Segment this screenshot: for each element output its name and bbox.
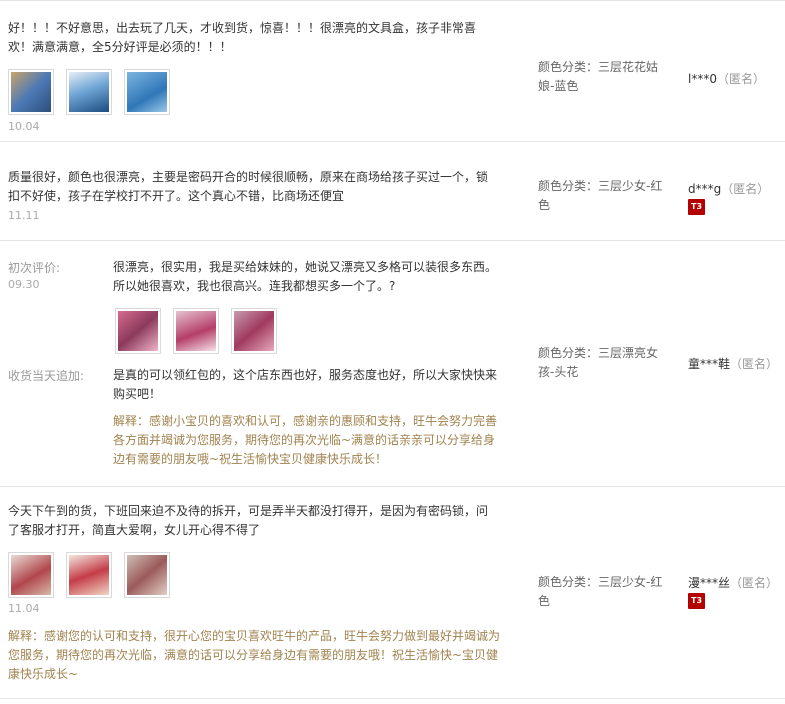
review-item: 今天下午到的货，下班回来迫不及待的拆开，可是弄半天都没打得开，是因为有密码锁，问… — [0, 486, 785, 699]
review-photo-thumbnail[interactable] — [173, 308, 219, 354]
member-level-badge: T3 — [688, 593, 705, 609]
anonymous-label: （匿名） — [730, 576, 779, 590]
review-item: 好！！！不好意思，出去玩了几天，才收到货，惊喜！！！很漂亮的文具盒，孩子非常喜欢… — [0, 0, 785, 142]
anonymous-label: （匿名） — [730, 357, 779, 371]
review-item: 质量很好，颜色也很漂亮，主要是密码开合的时候很顺畅，原来在商场给孩子买过一个，锁… — [0, 141, 785, 241]
review-photo-thumbnail[interactable] — [124, 69, 170, 115]
product-spec: 颜色分类：三层花花姑娘-蓝色 — [538, 60, 659, 93]
review-photo-thumbnail[interactable] — [8, 69, 54, 115]
seller-reply: 解释：感谢小宝贝的喜欢和认可，感谢亲的惠顾和支持，旺牛会努力完善各方面并竭诚为您… — [113, 414, 498, 466]
seller-reply: 解释：感谢您的认可和支持，很开心您的宝贝喜欢旺牛的产品，旺牛会努力做到最好并竭诚… — [8, 629, 501, 681]
review-text: 今天下午到的货，下班回来迫不及待的拆开，可是弄半天都没打得开，是因为有密码锁，问… — [8, 504, 489, 537]
initial-review-label: 初次评价: — [8, 261, 61, 275]
reviewer-name: 童***鞋（匿名） — [688, 355, 778, 372]
review-item: 初次评价: 09.30 很漂亮，很实用，我是买给妹妹的，她说又漂亮又多格可以装很… — [0, 240, 785, 487]
product-spec: 颜色分类：三层漂亮女孩-头花 — [538, 346, 659, 379]
followup-review-label: 收货当天追加: — [8, 369, 85, 383]
reviewer-name: l***0（匿名） — [688, 70, 765, 87]
reviewer-nickname: l***0 — [688, 72, 717, 86]
review-date: 10.04 — [8, 120, 40, 133]
review-date: 11.11 — [8, 209, 40, 222]
review-photo-thumbnail[interactable] — [66, 552, 112, 598]
anonymous-label: （匿名） — [716, 72, 765, 86]
review-photos — [8, 552, 170, 598]
member-level-badge: T3 — [688, 199, 705, 215]
product-spec: 颜色分类：三层少女-红色 — [538, 575, 663, 608]
review-photos — [115, 308, 277, 354]
review-text: 很漂亮，很实用，我是买给妹妹的，她说又漂亮又多格可以装很多东西。所以她很喜欢，我… — [113, 260, 498, 293]
anonymous-label: （匿名） — [721, 182, 770, 196]
review-date: 11.04 — [8, 602, 40, 615]
reviewer-nickname: d***g — [688, 182, 722, 196]
review-date: 09.30 — [8, 278, 40, 291]
reviewer-nickname: 漫***丝 — [688, 576, 731, 590]
review-photo-thumbnail[interactable] — [8, 552, 54, 598]
reviewer-nickname: 童***鞋 — [688, 357, 731, 371]
review-photo-thumbnail[interactable] — [66, 69, 112, 115]
followup-review-text: 是真的可以领红包的，这个店东西也好，服务态度也好，所以大家快快来购买吧！ — [113, 368, 498, 401]
product-spec: 颜色分类：三层少女-红色 — [538, 179, 663, 212]
review-text: 质量很好，颜色也很漂亮，主要是密码开合的时候很顺畅，原来在商场给孩子买过一个，锁… — [8, 170, 489, 203]
review-photos — [8, 69, 170, 115]
reviewer-name: 漫***丝（匿名） — [688, 574, 778, 591]
review-photo-thumbnail[interactable] — [124, 552, 170, 598]
review-photo-thumbnail[interactable] — [115, 308, 161, 354]
review-photo-thumbnail[interactable] — [231, 308, 277, 354]
reviewer-name: d***g（匿名） — [688, 180, 769, 197]
review-text: 好！！！不好意思，出去玩了几天，才收到货，惊喜！！！很漂亮的文具盒，孩子非常喜欢… — [8, 21, 477, 54]
